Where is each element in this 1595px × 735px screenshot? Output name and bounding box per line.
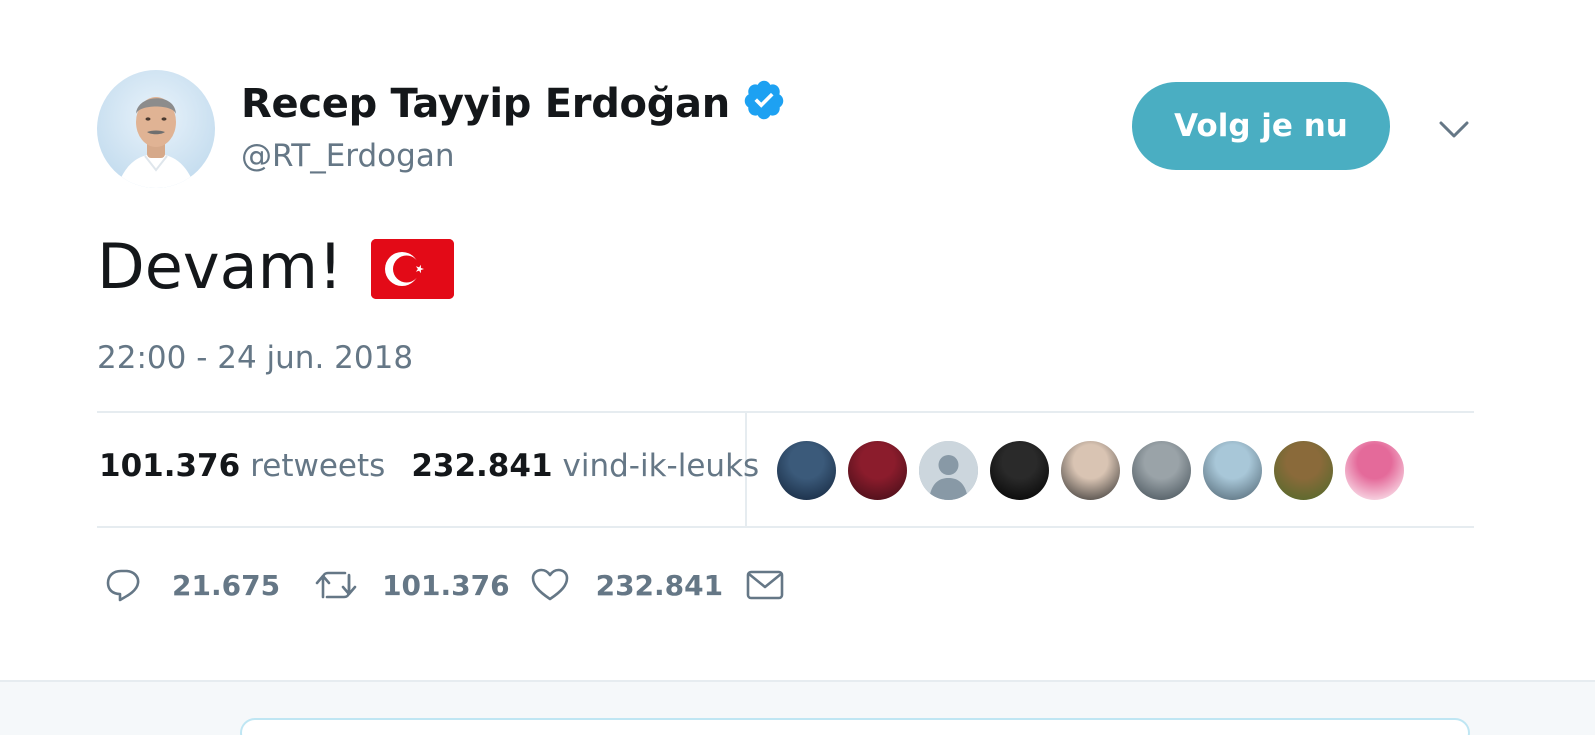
author-name-row: Recep Tayyip Erdoğan bbox=[241, 78, 786, 130]
tweet-card: Recep Tayyip Erdoğan @RT_Erdogan Volg je… bbox=[0, 0, 1595, 690]
liker-avatar[interactable] bbox=[990, 441, 1049, 500]
liker-avatars bbox=[777, 441, 1416, 500]
liker-avatar[interactable] bbox=[919, 441, 978, 500]
tweet-stats: 101.376 retweets 232.841 vind-ik-leuks bbox=[99, 448, 759, 484]
verified-badge-icon bbox=[742, 78, 786, 122]
retweets-count: 101.376 bbox=[99, 448, 241, 484]
liker-avatar[interactable] bbox=[1203, 441, 1262, 500]
reply-count: 21.675 bbox=[172, 568, 281, 602]
tweet-actions: 21.675 101.376 232.841 bbox=[104, 565, 785, 605]
like-action[interactable]: 232.841 bbox=[530, 565, 724, 605]
tweet-text: Devam! bbox=[97, 230, 454, 303]
tweet-body: Devam! bbox=[97, 230, 343, 303]
reply-input[interactable] bbox=[240, 718, 1470, 735]
author-name[interactable]: Recep Tayyip Erdoğan bbox=[241, 81, 730, 127]
retweet-action[interactable]: 101.376 bbox=[314, 565, 510, 605]
follow-button[interactable]: Volg je nu bbox=[1132, 82, 1390, 170]
envelope-icon bbox=[746, 570, 784, 600]
turkish-flag-icon bbox=[370, 238, 454, 299]
divider bbox=[97, 411, 1474, 413]
author-handle[interactable]: @RT_Erdogan bbox=[241, 138, 454, 174]
liker-avatar[interactable] bbox=[1132, 441, 1191, 500]
divider bbox=[97, 526, 1474, 528]
retweet-count: 101.376 bbox=[382, 568, 510, 602]
like-count: 232.841 bbox=[595, 568, 724, 602]
liker-avatar[interactable] bbox=[1061, 441, 1120, 500]
likes-stat[interactable]: 232.841 vind-ik-leuks bbox=[411, 448, 759, 484]
retweets-label: retweets bbox=[250, 448, 386, 484]
retweets-stat[interactable]: 101.376 retweets bbox=[99, 448, 385, 484]
heart-icon bbox=[531, 568, 568, 601]
likes-count: 232.841 bbox=[411, 448, 553, 484]
reply-action[interactable]: 21.675 bbox=[104, 565, 280, 605]
direct-message-action[interactable] bbox=[745, 565, 785, 605]
chevron-down-icon[interactable] bbox=[1436, 112, 1472, 148]
liker-avatar[interactable] bbox=[1345, 441, 1404, 500]
liker-avatar[interactable] bbox=[777, 441, 836, 500]
retweet-icon bbox=[315, 571, 357, 599]
reply-icon bbox=[106, 569, 140, 602]
likes-label: vind-ik-leuks bbox=[562, 448, 760, 484]
liker-avatar[interactable] bbox=[1274, 441, 1333, 500]
author-avatar[interactable] bbox=[97, 70, 215, 188]
liker-avatar[interactable] bbox=[848, 441, 907, 500]
avatar-portrait-icon bbox=[117, 97, 195, 188]
tweet-timestamp[interactable]: 22:00 - 24 jun. 2018 bbox=[97, 340, 413, 376]
